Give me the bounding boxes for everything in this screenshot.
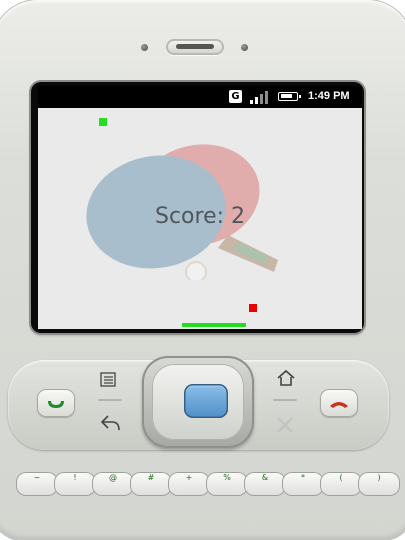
opponent-block xyxy=(249,304,257,312)
keyboard-key[interactable]: # xyxy=(130,472,172,496)
home-icon[interactable] xyxy=(275,369,297,387)
divider xyxy=(98,399,122,401)
dpad-ring[interactable] xyxy=(152,364,244,440)
player-paddle[interactable] xyxy=(182,323,246,327)
menu-icon[interactable] xyxy=(100,372,118,388)
dpad[interactable] xyxy=(142,356,254,448)
google-talk-icon: G xyxy=(229,90,242,103)
back-icon[interactable] xyxy=(100,414,122,432)
end-call-icon xyxy=(330,402,348,408)
call-button[interactable] xyxy=(37,389,75,417)
status-bar: G 1:49 PM xyxy=(38,86,362,108)
signal-strength-icon xyxy=(250,90,270,104)
keyboard-key[interactable]: + xyxy=(168,472,210,496)
score-label: Score: 2 xyxy=(154,204,246,229)
end-call-button[interactable] xyxy=(320,389,358,417)
sensor-dot xyxy=(241,44,248,51)
sensor-dot xyxy=(141,44,148,51)
divider xyxy=(273,399,297,401)
keyboard-key[interactable]: ) xyxy=(358,472,400,496)
keyboard-key[interactable]: @ xyxy=(92,472,134,496)
keyboard-key[interactable]: * xyxy=(282,472,324,496)
call-icon xyxy=(48,401,64,408)
game-canvas[interactable]: Score: 2 xyxy=(38,108,362,329)
keyboard-key[interactable]: ( xyxy=(320,472,362,496)
search-icon[interactable] xyxy=(276,416,294,434)
dpad-center-button[interactable] xyxy=(184,384,228,418)
keyboard-key[interactable]: % xyxy=(206,472,248,496)
keyboard-key[interactable]: ! xyxy=(54,472,96,496)
battery-icon xyxy=(278,92,301,101)
keyboard-key[interactable]: & xyxy=(244,472,286,496)
status-time: 1:49 PM xyxy=(308,90,350,102)
keyboard-key[interactable]: ~ xyxy=(16,472,58,496)
ball xyxy=(99,118,107,126)
earpiece-speaker xyxy=(166,39,224,55)
